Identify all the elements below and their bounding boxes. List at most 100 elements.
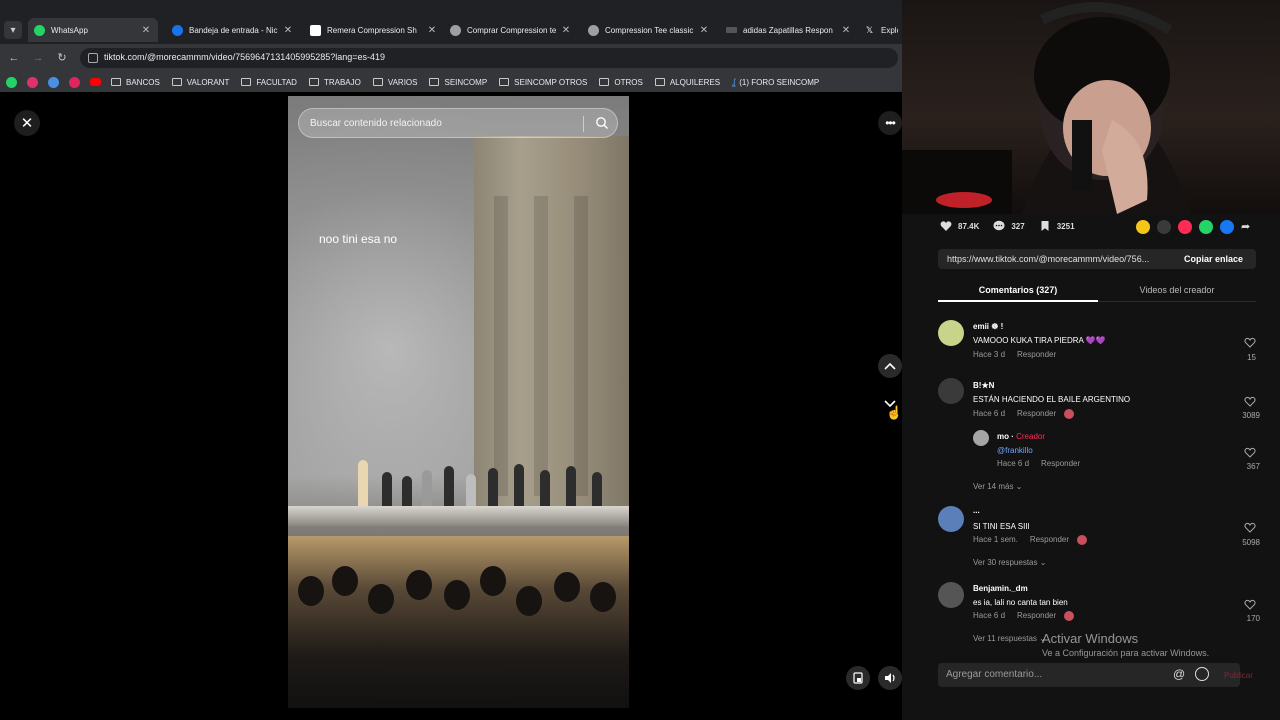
reply-button[interactable]: Responder xyxy=(1017,350,1056,359)
tab-comments[interactable]: Comentarios (327) xyxy=(938,280,1098,302)
volume-button[interactable] xyxy=(878,666,902,690)
reply-mention[interactable]: @frankillo xyxy=(997,446,1033,455)
like-stat[interactable]: 87.4K xyxy=(940,220,979,232)
repost-icon[interactable] xyxy=(1136,220,1150,234)
whatsapp-share-icon[interactable] xyxy=(1199,220,1213,234)
bookmark-folder[interactable]: BANCOS xyxy=(111,78,160,87)
reply-button[interactable]: Responder xyxy=(1030,535,1069,544)
bookmark-folder[interactable]: FACULTAD xyxy=(241,78,297,87)
instagram-bookmark-icon[interactable] xyxy=(27,76,38,88)
tab-adidas[interactable]: adidas Zapatillas Respon ✕ xyxy=(722,18,856,42)
reply-author[interactable]: mo · Creador xyxy=(997,432,1045,441)
bookmark-folder[interactable]: OTROS xyxy=(599,78,643,87)
webcam-overlay xyxy=(902,0,1280,214)
tab-creator-videos[interactable]: Videos del creador xyxy=(1098,280,1256,295)
folder-icon xyxy=(308,78,319,86)
globe-icon xyxy=(450,24,461,36)
back-arrow-icon[interactable]: ← xyxy=(6,50,22,66)
url-field[interactable]: tiktok.com/@morecammm/video/756964713140… xyxy=(80,48,898,68)
tab-close-icon[interactable]: ✕ xyxy=(282,25,294,36)
comment-bubble-icon xyxy=(993,220,1005,231)
avatar[interactable] xyxy=(938,582,964,608)
tab-close-icon[interactable]: ✕ xyxy=(698,25,710,36)
x-logo-icon: 𝕏 xyxy=(865,24,874,35)
whatsapp-bookmark-icon[interactable] xyxy=(6,76,17,88)
bookmark-link[interactable]: ʆ (1) FORO SEINCOMP xyxy=(732,77,819,87)
tab-whatsapp[interactable]: WhatsApp ✕ xyxy=(28,18,158,42)
more-options-icon[interactable]: ••• xyxy=(878,111,902,135)
reply-button[interactable]: Responder xyxy=(1041,459,1080,468)
tab-close-icon[interactable]: ✕ xyxy=(426,25,438,36)
bookmark-folder[interactable]: VARIOS xyxy=(372,78,417,87)
share-arrow-icon[interactable]: ➦ xyxy=(1241,220,1255,234)
share-link-text[interactable]: https://www.tiktok.com/@morecammm/video/… xyxy=(947,254,1167,264)
comment-stat[interactable]: 327 xyxy=(993,220,1025,232)
close-icon[interactable]: ✕ xyxy=(14,110,40,136)
reply-button[interactable]: Responder xyxy=(1017,409,1056,418)
reply-button[interactable]: Responder xyxy=(1017,611,1056,620)
facebook-share-icon[interactable] xyxy=(1220,220,1234,234)
tab-x[interactable]: 𝕏 Explot xyxy=(860,18,902,42)
comment-author[interactable]: Benjamin._dm xyxy=(973,584,1028,593)
send-icon[interactable] xyxy=(1178,220,1192,234)
tab-close-icon[interactable]: ✕ xyxy=(140,25,152,36)
avatar[interactable] xyxy=(938,378,964,404)
bookmark-folder[interactable]: SEINCOMP OTROS xyxy=(499,78,587,87)
tab-close-icon[interactable]: ✕ xyxy=(840,25,852,36)
add-comment-input[interactable]: Agregar comentario... @ xyxy=(938,663,1240,687)
copy-link-button[interactable]: Copiar enlace xyxy=(1184,254,1243,264)
heart-outline-icon[interactable] xyxy=(1244,337,1256,348)
tab-search-icon[interactable]: ▾ xyxy=(4,21,22,39)
avatar[interactable] xyxy=(938,320,964,346)
heart-outline-icon[interactable] xyxy=(1244,396,1256,407)
reload-icon[interactable]: ↻ xyxy=(54,50,70,66)
bookmark-folder[interactable]: ALQUILERES xyxy=(654,77,721,87)
comment-text: SI TINI ESA SIII xyxy=(973,522,1030,531)
mention-icon[interactable]: @ xyxy=(1173,667,1185,681)
view-more-replies[interactable]: Ver 11 respuestas ⌄ xyxy=(973,634,1046,643)
avatar[interactable] xyxy=(973,430,989,446)
heart-outline-icon[interactable] xyxy=(1244,599,1256,610)
tiktok-video-page: ✕ ••• Buscar contenido relacionado noo t… xyxy=(0,92,902,720)
picture-in-picture-button[interactable] xyxy=(846,666,870,690)
comment-meta: Hace 6 d Responder xyxy=(973,611,1075,621)
app-bookmark-icon[interactable] xyxy=(48,76,59,88)
bookmarks-bar: BANCOS VALORANT FACULTAD TRABAJO VARIOS … xyxy=(0,72,902,92)
post-comment-button[interactable]: Publicar xyxy=(1224,671,1253,680)
search-placeholder: Buscar contenido relacionado xyxy=(310,118,442,129)
view-more-label: Ver 14 más xyxy=(973,482,1014,491)
video-player[interactable]: Buscar contenido relacionado noo tini es… xyxy=(288,96,629,708)
tab-remera[interactable]: Remera Compression Sh ✕ xyxy=(306,18,442,42)
tab-mail[interactable]: Bandeja de entrada - Nic ✕ xyxy=(168,18,298,42)
folder-icon xyxy=(599,78,610,86)
app-bookmark-icon[interactable] xyxy=(69,76,80,88)
youtube-bookmark-icon[interactable] xyxy=(90,78,101,86)
view-more-replies[interactable]: Ver 14 más ⌄ xyxy=(973,482,1022,491)
bookmark-label: ALQUILERES xyxy=(669,77,721,87)
floating-player-icon xyxy=(853,672,863,684)
tab-compression-tee[interactable]: Compression Tee classic f ✕ xyxy=(584,18,714,42)
bookmark-folder[interactable]: SEINCOMP xyxy=(429,78,487,87)
search-icon[interactable] xyxy=(595,116,609,130)
tab-close-icon[interactable]: ✕ xyxy=(560,25,572,36)
comment-like-count: 170 xyxy=(1246,614,1260,623)
emoji-icon[interactable] xyxy=(1195,667,1209,681)
comment-time: Hace 6 d xyxy=(997,459,1030,468)
view-more-replies[interactable]: Ver 30 respuestas ⌄ xyxy=(973,558,1046,567)
comment-author[interactable]: emii ☸ ! xyxy=(973,322,1003,331)
site-info-icon[interactable] xyxy=(88,53,98,63)
avatar[interactable] xyxy=(938,506,964,532)
related-search-input[interactable]: Buscar contenido relacionado xyxy=(298,108,618,138)
bookmark-folder[interactable]: TRABAJO xyxy=(308,78,361,87)
previous-video-button[interactable] xyxy=(878,354,902,378)
comment-author[interactable]: B!★N xyxy=(973,381,994,390)
tab-comprar[interactable]: Comprar Compression te ✕ xyxy=(446,18,576,42)
heart-outline-icon[interactable] xyxy=(1244,522,1256,533)
video-frame-stage xyxy=(288,506,629,526)
bookmark-folder[interactable]: VALORANT xyxy=(171,78,229,87)
forward-arrow-icon[interactable]: → xyxy=(30,50,46,66)
embed-icon[interactable] xyxy=(1157,220,1171,234)
comment-author[interactable]: ... xyxy=(973,506,980,515)
save-stat[interactable]: 3251 xyxy=(1039,220,1075,232)
heart-outline-icon[interactable] xyxy=(1244,447,1256,458)
